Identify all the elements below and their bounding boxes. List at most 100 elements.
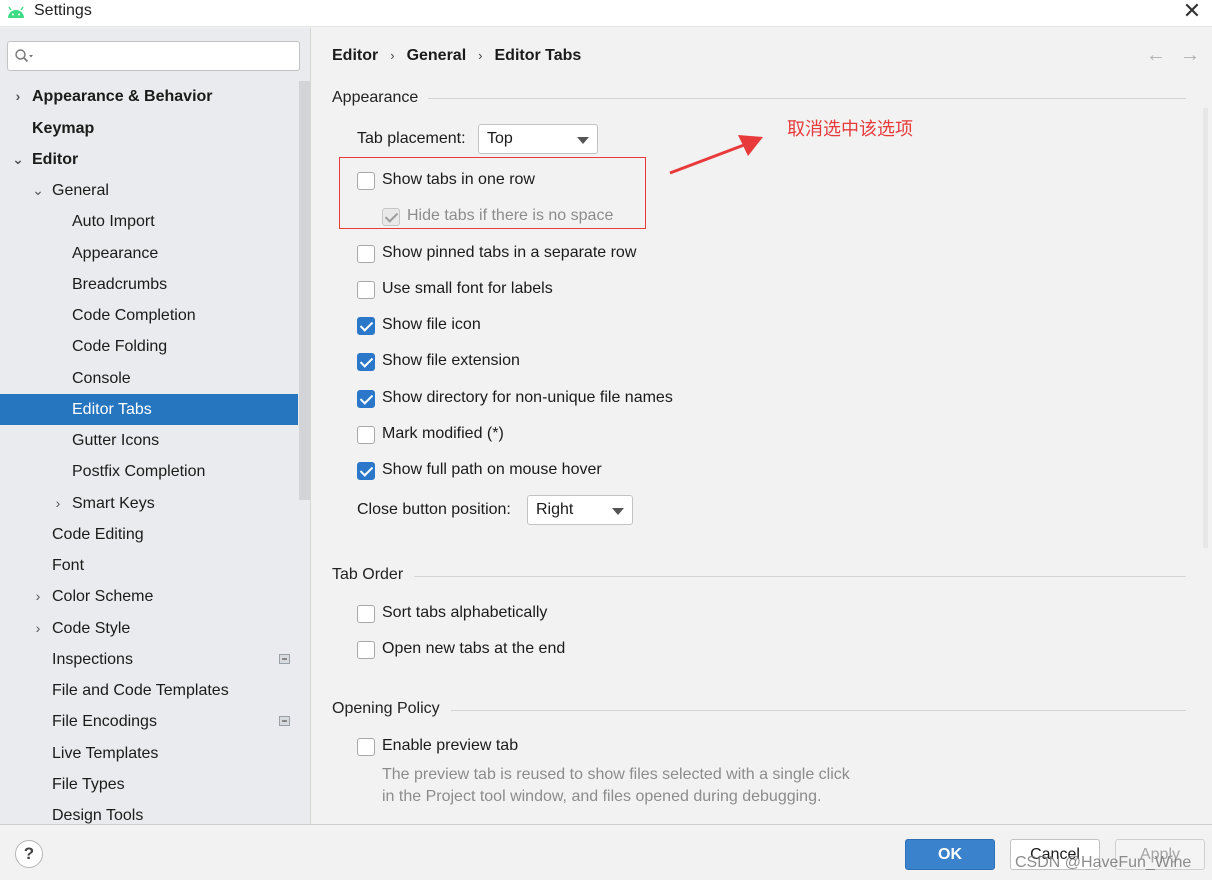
content-scrollbar[interactable] <box>1200 108 1212 824</box>
show-file-icon-checkbox[interactable] <box>357 317 375 335</box>
title-bar: Settings ✕ <box>0 0 1212 27</box>
sidebar-item-code-editing[interactable]: Code Editing <box>0 519 298 550</box>
breadcrumb: Editor › General › Editor Tabs <box>332 47 581 65</box>
sidebar-item-label: Color Scheme <box>52 588 154 605</box>
annotation-arrow-icon <box>669 135 763 175</box>
sidebar-item-editor-tabs[interactable]: Editor Tabs <box>0 394 310 425</box>
sidebar-item-label: Editor <box>32 151 79 168</box>
watermark-text: CSDN @HaveFun_Wine <box>1015 854 1192 871</box>
annotation-highlight-box <box>339 157 646 229</box>
sidebar-item-console[interactable]: Console <box>0 363 298 394</box>
tab-placement-select[interactable]: Top <box>478 124 598 154</box>
forward-arrow-icon[interactable]: → <box>1179 44 1201 66</box>
project-settings-icon <box>279 716 290 726</box>
sidebar-item-design-tools[interactable]: Design Tools <box>0 800 298 824</box>
sidebar-item-color-scheme[interactable]: › Color Scheme <box>0 581 298 612</box>
sidebar-item-label: File Encodings <box>52 713 157 730</box>
chevron-right-icon[interactable]: › <box>11 81 25 112</box>
checkbox-label: Sort tabs alphabetically <box>382 604 548 621</box>
checkbox-label: Mark modified (*) <box>382 425 504 442</box>
sidebar-item-file-encodings[interactable]: File Encodings <box>0 706 298 737</box>
sidebar-item-label: Editor Tabs <box>72 401 152 418</box>
sidebar-item-label: Code Folding <box>72 338 168 355</box>
checkbox-label: Show pinned tabs in a separate row <box>382 244 637 261</box>
breadcrumb-item[interactable]: General <box>407 47 467 64</box>
chevron-down-icon[interactable]: ⌄ <box>31 175 45 206</box>
sidebar-item-breadcrumbs[interactable]: Breadcrumbs <box>0 269 298 300</box>
sidebar-item-live-templates[interactable]: Live Templates <box>0 738 298 769</box>
sidebar-item-label: Gutter Icons <box>72 432 160 449</box>
sidebar-item-file-types[interactable]: File Types <box>0 769 298 800</box>
search-field[interactable] <box>7 41 300 71</box>
sidebar-item-label: Console <box>72 370 131 387</box>
chevron-right-icon[interactable]: › <box>31 581 45 612</box>
sidebar-item-postfix-completion[interactable]: Postfix Completion <box>0 456 298 487</box>
checkbox-label: Show file icon <box>382 316 481 333</box>
back-arrow-icon[interactable]: ← <box>1145 44 1167 66</box>
show-file-extension-checkbox[interactable] <box>357 353 375 371</box>
sidebar-item-editor[interactable]: ⌄ Editor <box>0 144 298 175</box>
breadcrumb-item[interactable]: Editor <box>332 47 378 64</box>
checkbox-label: Open new tabs at the end <box>382 640 566 657</box>
sidebar-item-code-folding[interactable]: Code Folding <box>0 331 298 362</box>
section-title-tab-order: Tab Order <box>332 566 404 583</box>
preview-help-line-2: in the Project tool window, and files op… <box>382 788 822 805</box>
window-title: Settings <box>34 2 92 19</box>
sidebar-item-label: Design Tools <box>52 807 144 824</box>
search-input[interactable] <box>42 46 292 66</box>
close-button-position-select[interactable]: Right <box>527 495 633 525</box>
sort-alpha-checkbox[interactable] <box>357 605 375 623</box>
sidebar-item-appearance[interactable]: Appearance <box>0 238 298 269</box>
checkbox-label: Show directory for non-unique file names <box>382 389 673 406</box>
sidebar-item-inspections[interactable]: Inspections <box>0 644 298 675</box>
sidebar-item-label: Font <box>52 557 85 574</box>
sidebar-item-general[interactable]: ⌄ General <box>0 175 298 206</box>
chevron-right-icon[interactable]: › <box>31 613 45 644</box>
help-button[interactable]: ? <box>15 840 43 868</box>
preview-help-line-1: The preview tab is reused to show files … <box>382 766 850 783</box>
sidebar-item-keymap[interactable]: Keymap <box>0 113 298 144</box>
ok-button[interactable]: OK <box>905 839 995 870</box>
dropdown-caret-icon <box>577 137 589 144</box>
sidebar-item-auto-import[interactable]: Auto Import <box>0 206 298 237</box>
sidebar-item-label: General <box>52 182 109 199</box>
chevron-right-icon[interactable]: › <box>51 488 65 519</box>
dialog-footer: ? OK Cancel Apply CSDN @HaveFun_Wine <box>0 824 1212 880</box>
android-icon <box>8 6 24 18</box>
sidebar-item-smart-keys[interactable]: › Smart Keys <box>0 488 298 519</box>
sidebar-scrollbar-thumb[interactable] <box>299 81 310 500</box>
sidebar-item-label: Code Completion <box>72 307 196 324</box>
section-divider <box>451 710 1186 711</box>
sidebar-item-gutter-icons[interactable]: Gutter Icons <box>0 425 298 456</box>
enable-preview-checkbox[interactable] <box>357 738 375 756</box>
content-scrollbar-thumb[interactable] <box>1203 108 1208 548</box>
sidebar-item-label: Appearance <box>72 245 159 262</box>
checkbox-label: Use small font for labels <box>382 280 553 297</box>
open-at-end-checkbox[interactable] <box>357 641 375 659</box>
section-title-appearance: Appearance <box>332 89 419 106</box>
sidebar-item-appearance-behavior[interactable]: › Appearance & Behavior <box>0 81 298 112</box>
sidebar-item-code-style[interactable]: › Code Style <box>0 613 298 644</box>
sidebar-item-label: Code Editing <box>52 526 144 543</box>
close-button-position-value: Right <box>536 501 574 518</box>
checkbox-label: Show full path on mouse hover <box>382 461 602 478</box>
checkbox-label: Show file extension <box>382 352 520 369</box>
chevron-down-icon[interactable]: ⌄ <box>11 144 25 175</box>
sidebar-item-font[interactable]: Font <box>0 550 298 581</box>
small-font-checkbox[interactable] <box>357 281 375 299</box>
show-pinned-separate-checkbox[interactable] <box>357 245 375 263</box>
sidebar-item-code-completion[interactable]: Code Completion <box>0 300 298 331</box>
mark-modified-checkbox[interactable] <box>357 426 375 444</box>
dropdown-caret-icon <box>612 508 624 515</box>
show-directory-checkbox[interactable] <box>357 390 375 408</box>
sidebar-item-label: File and Code Templates <box>52 682 229 699</box>
sidebar-item-label: File Types <box>52 776 125 793</box>
tab-placement-label: Tab placement: <box>357 130 466 147</box>
breadcrumb-item: Editor Tabs <box>494 47 582 64</box>
sidebar-item-label: Live Templates <box>52 745 159 762</box>
settings-sidebar: › Appearance & Behavior Keymap ⌄ Editor … <box>0 28 311 824</box>
section-divider <box>428 98 1186 99</box>
sidebar-item-file-code-templates[interactable]: File and Code Templates <box>0 675 298 706</box>
close-icon[interactable]: ✕ <box>1182 0 1202 23</box>
show-full-path-checkbox[interactable] <box>357 462 375 480</box>
